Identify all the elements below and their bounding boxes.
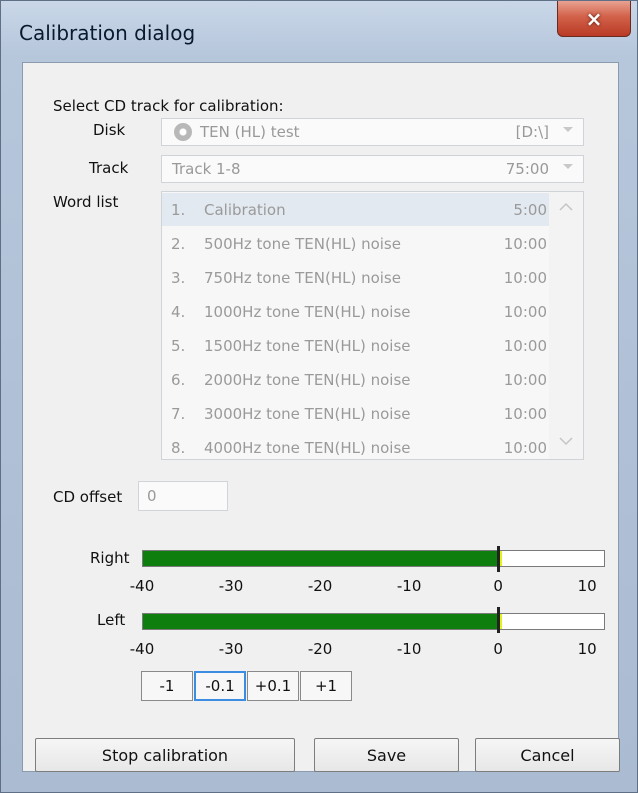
scale-tick-label: 0 bbox=[493, 577, 503, 595]
cancel-button[interactable]: Cancel bbox=[475, 738, 620, 772]
scale-tick-label: -20 bbox=[307, 577, 333, 595]
list-item[interactable]: 4. 1000Hz tone TEN(HL) noise 10:00 bbox=[162, 295, 551, 328]
right-level-meter bbox=[142, 550, 605, 567]
cd-offset-label: CD offset bbox=[53, 488, 123, 506]
scale-tick-label: -30 bbox=[218, 577, 244, 595]
track-name: Track 1-8 bbox=[172, 160, 241, 178]
right-meter-scale: -40 -30 -20 -10 0 10 bbox=[23, 573, 620, 597]
list-item[interactable]: 1. Calibration 5:00 bbox=[162, 193, 551, 226]
word-list-label: Word list bbox=[53, 193, 119, 211]
title-bar[interactable]: Calibration dialog × bbox=[1, 1, 637, 63]
list-item[interactable]: 8. 4000Hz tone TEN(HL) noise 10:00 bbox=[162, 431, 551, 459]
list-item[interactable]: 3. 750Hz tone TEN(HL) noise 10:00 bbox=[162, 261, 551, 294]
chevron-down-icon bbox=[563, 127, 573, 132]
left-level-meter bbox=[142, 613, 605, 630]
scale-tick-label: -10 bbox=[396, 577, 422, 595]
scrollbar-arrows bbox=[559, 202, 573, 446]
scale-tick-label: -10 bbox=[396, 640, 422, 658]
left-meter-label: Left bbox=[97, 611, 126, 629]
disk-label: Disk bbox=[93, 121, 126, 139]
scale-tick-label: 10 bbox=[577, 640, 597, 658]
scale-tick-label: -40 bbox=[129, 577, 155, 595]
right-meter-label: Right bbox=[90, 549, 130, 567]
select-track-heading: Select CD track for calibration: bbox=[53, 97, 284, 115]
close-button[interactable]: × bbox=[557, 1, 631, 37]
close-icon: × bbox=[585, 6, 603, 31]
left-meter-scale: -40 -30 -20 -10 0 10 bbox=[23, 636, 620, 660]
scale-tick-label: -20 bbox=[307, 640, 333, 658]
scale-tick-label: -40 bbox=[129, 640, 155, 658]
scale-tick-label: 10 bbox=[577, 577, 597, 595]
cd-disc-icon bbox=[174, 122, 192, 141]
calibration-dialog-window: Calibration dialog × Select CD track for… bbox=[0, 0, 638, 793]
right-meter-fill bbox=[143, 551, 500, 566]
list-item[interactable]: 7. 3000Hz tone TEN(HL) noise 10:00 bbox=[162, 397, 551, 430]
chevron-down-icon bbox=[563, 164, 573, 169]
chevron-up-icon bbox=[559, 202, 573, 211]
left-meter-fill bbox=[143, 614, 500, 629]
offset-step-buttons: -1 -0.1 +0.1 +1 bbox=[141, 671, 356, 701]
plus-0-1-button[interactable]: +0.1 bbox=[247, 671, 299, 701]
list-item[interactable]: 5. 1500Hz tone TEN(HL) noise 10:00 bbox=[162, 329, 551, 362]
list-item[interactable]: 6. 2000Hz tone TEN(HL) noise 10:00 bbox=[162, 363, 551, 396]
left-zero-marker bbox=[496, 607, 500, 633]
chevron-down-icon bbox=[559, 437, 573, 446]
dialog-client-area: Select CD track for calibration: Disk TE… bbox=[22, 62, 619, 772]
track-duration: 75:00 bbox=[505, 160, 549, 178]
minus-0-1-button[interactable]: -0.1 bbox=[194, 671, 246, 701]
list-item[interactable]: 2. 500Hz tone TEN(HL) noise 10:00 bbox=[162, 227, 551, 260]
word-list[interactable]: 1. Calibration 5:00 2. 500Hz tone TEN(HL… bbox=[161, 191, 584, 460]
scale-tick-label: -30 bbox=[218, 640, 244, 658]
track-label: Track bbox=[89, 159, 129, 177]
disk-name: TEN (HL) test bbox=[200, 123, 300, 141]
save-button[interactable]: Save bbox=[314, 738, 459, 772]
cd-offset-input[interactable]: 0 bbox=[138, 481, 228, 511]
disk-select[interactable]: TEN (HL) test [D:\] bbox=[161, 118, 584, 146]
window-title: Calibration dialog bbox=[19, 21, 196, 45]
disk-drive: [D:\] bbox=[515, 123, 549, 141]
list-scrollbar[interactable] bbox=[549, 192, 583, 459]
plus-1-button[interactable]: +1 bbox=[300, 671, 352, 701]
scale-tick-label: 0 bbox=[493, 640, 503, 658]
right-zero-marker bbox=[496, 546, 500, 572]
minus-1-button[interactable]: -1 bbox=[141, 671, 193, 701]
stop-calibration-button[interactable]: Stop calibration bbox=[35, 738, 295, 772]
track-select[interactable]: Track 1-8 75:00 bbox=[161, 155, 584, 183]
